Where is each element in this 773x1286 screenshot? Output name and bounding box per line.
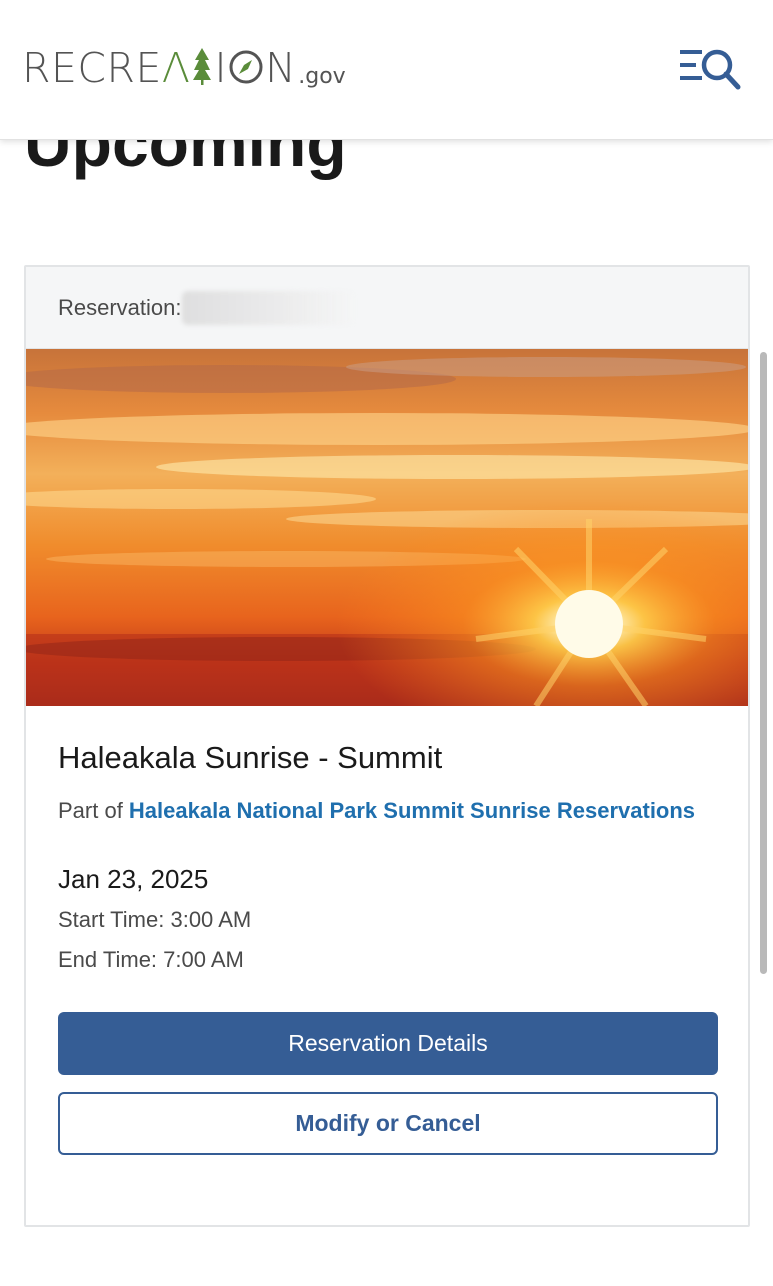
menu-search-icon[interactable]: [678, 46, 742, 92]
part-of-text: Part of Haleakala National Park Summit S…: [58, 798, 696, 823]
reservation-id-bar: Reservation:: [26, 267, 748, 349]
park-link[interactable]: Haleakala National Park Summit Sunrise R…: [129, 798, 695, 823]
site-header: RECREΛ I N .gov: [0, 0, 773, 140]
modify-or-cancel-button[interactable]: Modify or Cancel: [58, 1092, 718, 1155]
start-time: Start Time: 3:00 AM: [58, 907, 252, 932]
reservation-details-button[interactable]: Reservation Details: [58, 1012, 718, 1075]
reservation-date: Jan 23, 2025: [58, 864, 209, 894]
tree-icon: [193, 48, 212, 85]
sunrise-photo: [26, 349, 748, 706]
facility-title: Haleakala Sunrise - Summit: [58, 740, 443, 775]
reservation-number-redacted: [181, 290, 354, 325]
recreation-gov-logo[interactable]: RECREΛ I N .gov: [22, 44, 346, 92]
compass-icon: [229, 50, 263, 84]
reservation-label: Reservation:: [58, 294, 182, 320]
scrollbar[interactable]: [760, 352, 767, 974]
reservation-card: Reservation: Haleakala Sunrise - Summit …: [24, 265, 750, 1227]
end-time: End Time: 7:00 AM: [58, 947, 244, 972]
